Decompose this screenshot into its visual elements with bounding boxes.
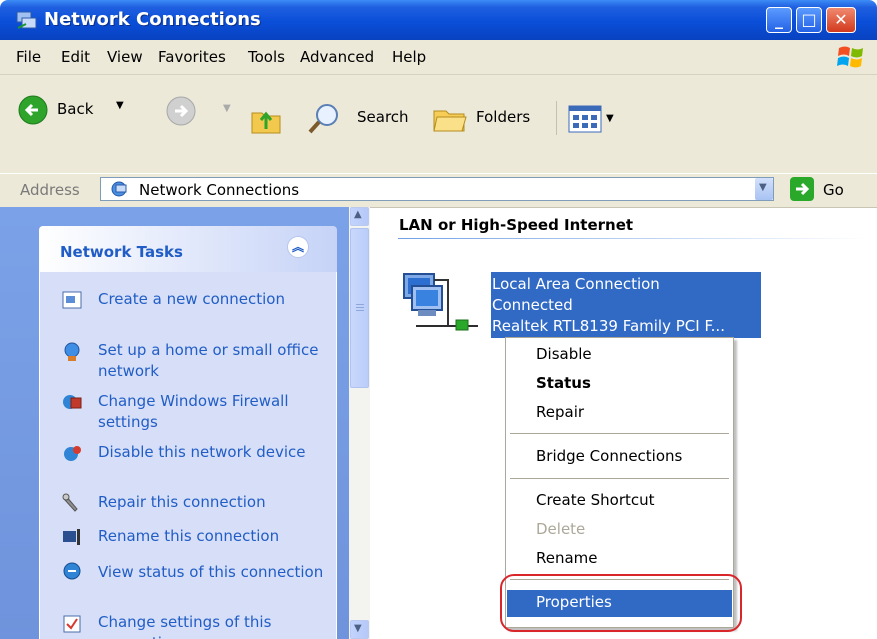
connection-name: Local Area Connection	[492, 275, 660, 293]
group-header: LAN or High-Speed Internet	[399, 216, 634, 234]
menu-tools[interactable]: Tools	[248, 48, 285, 66]
address-dropdown-button[interactable]: ▼	[755, 178, 773, 200]
menu-advanced[interactable]: Advanced	[300, 48, 374, 66]
task-create-new-connection[interactable]: Create a new connection	[98, 289, 328, 310]
folders-icon	[433, 110, 467, 132]
views-button[interactable]: ▼	[568, 105, 626, 133]
menu-separator	[510, 478, 729, 479]
annotation-circle	[500, 574, 742, 632]
menu-item-repair[interactable]: Repair	[536, 403, 584, 421]
chevron-up-icon: ︽	[292, 240, 305, 254]
task-disable-device[interactable]: Disable this network device	[98, 442, 328, 463]
forward-button[interactable]: ▼	[165, 95, 235, 129]
connection-device: Realtek RTL8139 Family PCI F...	[492, 317, 725, 335]
forward-dropdown-icon[interactable]: ▼	[223, 103, 231, 114]
title-bar[interactable]: Network Connections _ □ ✕	[0, 0, 877, 40]
folders-label: Folders	[476, 108, 531, 126]
back-label: Back	[57, 100, 94, 118]
menu-edit[interactable]: Edit	[61, 48, 90, 66]
folders-button[interactable]: Folders	[430, 101, 548, 135]
task-change-firewall-settings[interactable]: Change Windows Firewall settings	[98, 391, 328, 433]
address-value: Network Connections	[139, 181, 300, 199]
menu-bar: File Edit View Favorites Tools Advanced …	[0, 40, 877, 75]
go-label[interactable]: Go	[823, 181, 844, 199]
windows-logo-icon	[837, 46, 863, 68]
menu-item-rename[interactable]: Rename	[536, 549, 598, 567]
network-connections-icon	[16, 11, 37, 29]
rename-icon	[63, 529, 80, 545]
change-settings-icon	[63, 615, 81, 633]
views-dropdown-icon: ▼	[606, 113, 614, 124]
connection-status: Connected	[492, 296, 573, 314]
back-arrow-icon	[18, 95, 48, 125]
folder-up-icon[interactable]	[250, 103, 284, 135]
minimize-icon: _	[775, 10, 783, 29]
menu-favorites[interactable]: Favorites	[158, 48, 226, 66]
close-button[interactable]: ✕	[826, 7, 856, 33]
disable-device-icon	[64, 446, 81, 461]
lan-connection-icon[interactable]	[398, 264, 488, 344]
address-label: Address	[20, 181, 80, 199]
search-icon	[308, 104, 338, 134]
scrollbar-thumb[interactable]	[350, 228, 369, 388]
forward-arrow-icon	[166, 96, 196, 126]
menu-help[interactable]: Help	[392, 48, 426, 66]
toolbar: Back ▼ ▼ Search Folders ▼	[0, 75, 877, 175]
toolbar-separator	[556, 101, 557, 135]
maximize-button[interactable]: □	[796, 7, 822, 33]
repair-wrench-icon	[62, 493, 78, 512]
task-setup-home-network[interactable]: Set up a home or small office network	[98, 340, 328, 382]
network-connections-icon	[111, 181, 127, 197]
chevron-down-icon: ▼	[759, 182, 767, 193]
back-button[interactable]: Back ▼	[12, 83, 132, 141]
menu-item-delete: Delete	[536, 520, 586, 538]
maximize-icon: □	[801, 10, 817, 29]
search-label: Search	[357, 108, 409, 126]
firewall-icon	[63, 395, 82, 409]
collapse-button[interactable]: ︽	[287, 236, 309, 258]
go-button[interactable]	[790, 177, 814, 201]
menu-item-bridge-connections[interactable]: Bridge Connections	[536, 447, 682, 465]
menu-item-create-shortcut[interactable]: Create Shortcut	[536, 491, 655, 509]
menu-view[interactable]: View	[107, 48, 143, 66]
minimize-button[interactable]: _	[766, 7, 792, 33]
view-status-icon	[63, 562, 81, 580]
menu-file[interactable]: File	[16, 48, 41, 66]
views-icon	[568, 105, 602, 133]
scroll-up-button[interactable]: ▲	[350, 207, 369, 226]
menu-item-disable[interactable]: Disable	[536, 345, 592, 363]
chevron-down-icon: ▼	[354, 623, 362, 634]
chevron-up-icon: ▲	[354, 209, 362, 220]
scroll-down-button[interactable]: ▼	[350, 620, 369, 639]
close-icon: ✕	[834, 10, 848, 29]
menu-item-status[interactable]: Status	[536, 374, 591, 392]
go-arrow-icon	[796, 182, 810, 196]
address-input[interactable]: Network Connections	[100, 177, 774, 201]
home-network-icon	[64, 342, 80, 361]
menu-separator	[510, 433, 729, 434]
task-view-status[interactable]: View status of this connection	[98, 562, 328, 583]
new-connection-icon	[62, 291, 82, 309]
back-dropdown-icon[interactable]: ▼	[116, 100, 124, 111]
task-repair-connection[interactable]: Repair this connection	[98, 492, 328, 513]
window-title: Network Connections	[44, 9, 261, 30]
network-tasks-title: Network Tasks	[60, 243, 183, 261]
task-rename-connection[interactable]: Rename this connection	[98, 526, 328, 547]
search-button[interactable]: Search	[303, 101, 415, 135]
task-change-settings[interactable]: Change settings of this connection	[98, 612, 328, 639]
group-divider	[398, 238, 868, 239]
